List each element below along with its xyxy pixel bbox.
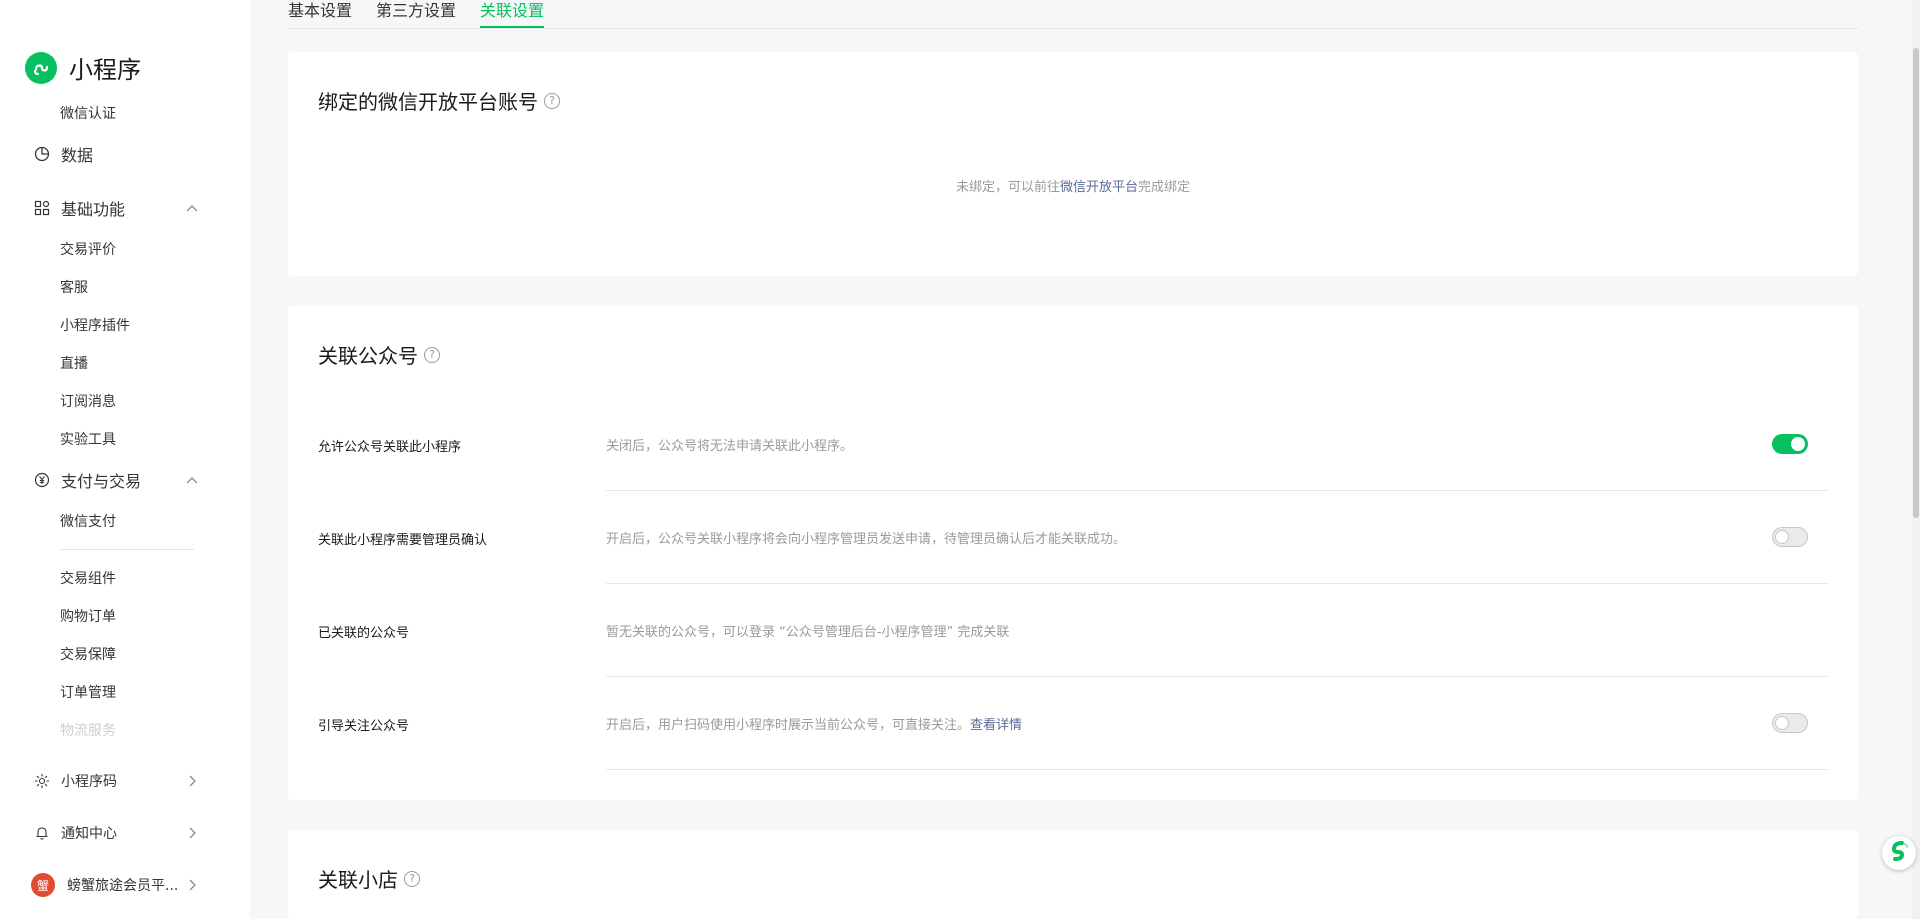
sidebar-item-customer-service[interactable]: 客服 xyxy=(60,277,88,297)
sidebar-item-label: 数据 xyxy=(61,146,94,165)
chevron-up-icon[interactable] xyxy=(184,472,200,488)
sidebar: 小程序 微信认证 数据 基础功能 交易评价 客服 小程序插件 直播 订阅消息 实… xyxy=(0,0,250,919)
help-circle-icon[interactable]: ? xyxy=(424,346,440,363)
note-suffix: 完成绑定 xyxy=(1138,180,1191,195)
open-platform-title: 绑定的微信开放平台账号 ? xyxy=(318,86,560,115)
page-scrollbar[interactable] xyxy=(1912,0,1920,919)
sidebar-item-wechat-verify[interactable]: 微信认证 xyxy=(60,103,116,123)
sidebar-item-label: 通知中心 xyxy=(61,826,117,842)
chevron-right-icon[interactable] xyxy=(184,877,200,893)
row-divider xyxy=(606,769,1828,770)
sidebar-item-subscribe-message[interactable]: 订阅消息 xyxy=(60,391,116,411)
sidebar-item-label: 小程序码 xyxy=(61,774,117,790)
sidebar-item-order-management[interactable]: 订单管理 xyxy=(60,682,116,702)
sidebar-group-label: 基础功能 xyxy=(61,200,126,219)
sidebar-item-qrcode[interactable]: 小程序码 xyxy=(33,771,117,791)
sidebar-group-basic[interactable]: 基础功能 xyxy=(33,196,125,220)
shop-card: 关联小店 ? xyxy=(288,830,1858,919)
admin-confirm-toggle[interactable] xyxy=(1772,527,1808,547)
chevron-right-icon[interactable] xyxy=(184,773,200,789)
official-account-title: 关联公众号 ? xyxy=(318,340,440,369)
open-platform-link[interactable]: 微信开放平台 xyxy=(1060,180,1138,195)
toggle-knob xyxy=(1775,716,1789,730)
yuan-circle-icon xyxy=(33,471,51,489)
toggle-knob xyxy=(1775,530,1789,544)
chevron-right-icon[interactable] xyxy=(184,825,200,841)
bell-icon xyxy=(33,824,51,842)
official-account-card: 关联公众号 ? 允许公众号关联此小程序 关闭后，公众号将无法申请关联此小程序。 … xyxy=(288,306,1858,800)
sidebar-item-shopping-orders[interactable]: 购物订单 xyxy=(60,606,116,626)
sidebar-item-live[interactable]: 直播 xyxy=(60,353,88,373)
open-platform-card: 绑定的微信开放平台账号 ? 未绑定，可以前往微信开放平台完成绑定 xyxy=(288,52,1858,276)
tab-basic-settings[interactable]: 基本设置 xyxy=(288,0,352,26)
row-label-admin-confirm: 关联此小程序需要管理员确认 xyxy=(318,533,488,548)
sidebar-item-trade-review[interactable]: 交易评价 xyxy=(60,239,116,259)
row-label-guide-follow: 引导关注公众号 xyxy=(318,719,410,734)
guide-follow-desc-text: 开启后，用户扫码使用小程序时展示当前公众号，可直接关注。 xyxy=(606,718,971,733)
row-desc-linked-accounts: 暂无关联的公众号，可以登录 “公众号管理后台-小程序管理” 完成关联 xyxy=(606,625,1010,640)
sidebar-item-plugins[interactable]: 小程序插件 xyxy=(60,315,130,335)
sidebar-item-trade-component[interactable]: 交易组件 xyxy=(60,568,116,588)
settings-tabs: 基本设置 第三方设置 关联设置 xyxy=(288,0,1858,29)
tab-link-settings[interactable]: 关联设置 xyxy=(480,0,545,28)
sidebar-item-logistics[interactable]: 物流服务 xyxy=(60,720,116,740)
toggle-knob xyxy=(1791,437,1805,451)
sidebar-divider xyxy=(60,549,194,550)
sidebar-item-trade-guarantee[interactable]: 交易保障 xyxy=(60,644,116,664)
sidebar-item-notifications[interactable]: 通知中心 xyxy=(33,823,117,843)
row-desc-guide-follow: 开启后，用户扫码使用小程序时展示当前公众号，可直接关注。查看详情 xyxy=(606,714,1022,733)
row-divider xyxy=(606,676,1828,677)
tab-third-party-settings[interactable]: 第三方设置 xyxy=(376,0,456,26)
row-divider xyxy=(606,490,1828,491)
open-platform-empty-note: 未绑定，可以前往微信开放平台完成绑定 xyxy=(288,176,1858,195)
mini-program-logo-icon xyxy=(25,51,57,84)
card-title-text: 绑定的微信开放平台账号 xyxy=(318,90,538,114)
floating-assistant-button[interactable] xyxy=(1882,836,1916,870)
row-label-linked-accounts: 已关联的公众号 xyxy=(318,626,410,641)
sidebar-group-label: 支付与交易 xyxy=(61,472,142,491)
row-label-allow-link: 允许公众号关联此小程序 xyxy=(318,440,462,455)
avatar: 蟹 xyxy=(31,873,55,897)
row-divider xyxy=(606,583,1828,584)
row-desc-admin-confirm: 开启后，公众号关联小程序将会向小程序管理员发送申请，待管理员确认后才能关联成功。 xyxy=(606,532,1127,547)
card-title-text: 关联公众号 xyxy=(318,344,418,368)
chevron-up-icon[interactable] xyxy=(184,200,200,216)
account-switcher[interactable]: 蟹 螃蟹旅途会员平... xyxy=(31,873,178,897)
help-circle-icon[interactable]: ? xyxy=(404,870,420,887)
guide-follow-toggle[interactable] xyxy=(1772,713,1808,733)
shop-title: 关联小店 ? xyxy=(318,864,420,893)
view-details-link[interactable]: 查看详情 xyxy=(970,718,1022,733)
sun-qrcode-icon xyxy=(33,772,51,790)
row-desc-allow-link: 关闭后，公众号将无法申请关联此小程序。 xyxy=(606,439,854,454)
sidebar-group-payment[interactable]: 支付与交易 xyxy=(33,468,141,492)
allow-link-toggle[interactable] xyxy=(1772,434,1808,454)
help-circle-icon[interactable]: ? xyxy=(544,92,560,109)
account-name: 螃蟹旅途会员平... xyxy=(67,878,179,894)
grid-icon xyxy=(33,199,51,217)
app-logo[interactable]: 小程序 xyxy=(25,50,141,85)
sidebar-item-data[interactable]: 数据 xyxy=(33,142,93,166)
scrollbar-thumb[interactable] xyxy=(1913,48,1919,518)
app-name: 小程序 xyxy=(69,56,141,84)
card-title-text: 关联小店 xyxy=(318,868,398,892)
sidebar-item-wechat-pay[interactable]: 微信支付 xyxy=(60,511,116,531)
pie-chart-icon xyxy=(33,145,51,163)
assistant-logo-icon xyxy=(1887,839,1911,867)
note-prefix: 未绑定，可以前往 xyxy=(955,180,1060,195)
sidebar-item-lab-tools[interactable]: 实验工具 xyxy=(60,429,116,449)
